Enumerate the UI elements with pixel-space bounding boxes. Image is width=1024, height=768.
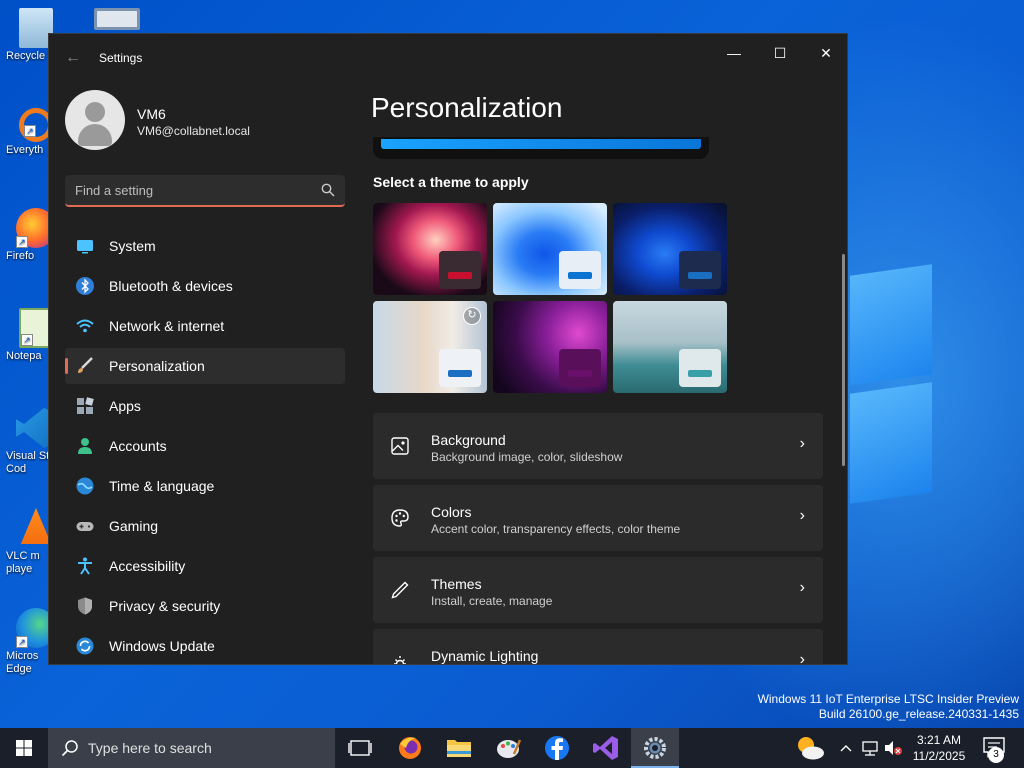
clock-time: 3:21 AM xyxy=(916,733,962,747)
user-name: VM6 xyxy=(137,106,166,122)
taskbar-search-text: Type here to search xyxy=(88,740,212,756)
network-icon xyxy=(862,741,878,756)
search-icon xyxy=(321,183,335,197)
accounts-icon xyxy=(78,438,92,454)
theme-tile-windows-light[interactable] xyxy=(493,203,607,295)
refresh-icon: ↻ xyxy=(463,307,481,325)
brush-icon xyxy=(78,357,93,373)
notification-icon xyxy=(983,737,1005,758)
os-build-watermark: Windows 11 IoT Enterprise LTSC Insider P… xyxy=(757,692,1019,721)
update-icon xyxy=(76,637,94,655)
chevron-up-icon xyxy=(840,745,852,752)
theme-tile-glow[interactable] xyxy=(373,203,487,295)
back-button[interactable]: ← xyxy=(63,48,83,68)
taskbar-search[interactable]: Type here to search xyxy=(48,728,335,768)
sidebar-item-accounts[interactable]: Accounts xyxy=(65,428,345,464)
card-themes[interactable]: Themes Install, create, manage › xyxy=(373,557,823,623)
taskbar: Type here to search 3:21 AM 11/2/2025 3 xyxy=(0,728,1024,768)
window-title: Settings xyxy=(99,51,143,65)
facebook-icon xyxy=(545,736,569,760)
taskbar-settings[interactable] xyxy=(631,728,679,768)
sidebar-item-personalization[interactable]: Personalization xyxy=(65,348,345,384)
card-background[interactable]: Background Background image, color, slid… xyxy=(373,413,823,479)
sidebar-item-apps[interactable]: Apps xyxy=(65,388,345,424)
sidebar-item-system[interactable]: System xyxy=(65,228,345,264)
sidebar-item-gaming[interactable]: Gaming xyxy=(65,508,345,544)
sidebar-item-privacy-security[interactable]: Privacy & security xyxy=(65,588,345,624)
apps-icon xyxy=(77,397,94,414)
start-button[interactable] xyxy=(0,728,48,768)
page-title: Personalization xyxy=(371,92,563,123)
pen-icon xyxy=(391,581,409,599)
settings-window: ← Settings — ☐ ✕ VM6 VM6@collabnet.local… xyxy=(48,33,848,665)
theme-tile-sunrise[interactable] xyxy=(493,301,607,393)
lighting-icon xyxy=(394,656,406,664)
themes-heading: Select a theme to apply xyxy=(373,174,529,190)
sidebar-item-bluetooth[interactable]: Bluetooth & devices xyxy=(65,268,345,304)
network-tray-button[interactable] xyxy=(858,728,882,768)
main-content: Personalization Select a theme to apply … xyxy=(371,34,847,665)
image-icon xyxy=(391,437,409,455)
sidebar-item-time-language[interactable]: Time & language xyxy=(65,468,345,504)
user-profile[interactable]: VM6 VM6@collabnet.local xyxy=(65,90,365,152)
clock-date: 11/2/2025 xyxy=(912,749,966,763)
visual-studio-icon xyxy=(593,736,618,760)
user-email: VM6@collabnet.local xyxy=(137,124,250,138)
weather-widget[interactable] xyxy=(790,728,830,768)
windows-logo-icon xyxy=(16,740,32,756)
scrollbar[interactable] xyxy=(842,254,845,466)
system-icon xyxy=(77,240,93,254)
chevron-right-icon: › xyxy=(799,579,805,596)
taskbar-visual-studio[interactable] xyxy=(582,728,630,768)
task-view-button[interactable] xyxy=(336,728,384,768)
card-colors[interactable]: Colors Accent color, transparency effect… xyxy=(373,485,823,551)
settings-icon xyxy=(644,737,666,759)
show-hidden-icons-button[interactable] xyxy=(836,728,856,768)
notification-count-badge: 3 xyxy=(988,747,1004,763)
globe-icon xyxy=(76,477,94,495)
search-input[interactable] xyxy=(65,175,305,205)
shield-icon xyxy=(78,597,92,615)
windows-logo-wallpaper xyxy=(850,264,1024,504)
sidebar-nav: System Bluetooth & devices Network & int… xyxy=(65,228,345,664)
accessibility-icon xyxy=(78,557,92,575)
firefox-icon xyxy=(399,737,421,759)
bluetooth-icon xyxy=(76,277,94,295)
monitor-icon xyxy=(94,8,140,30)
weather-icon xyxy=(798,737,824,760)
desktop-icon-this-pc[interactable] xyxy=(90,8,144,32)
notification-center-button[interactable]: 3 xyxy=(980,728,1024,768)
taskbar-firefox[interactable] xyxy=(386,728,434,768)
taskbar-file-explorer[interactable] xyxy=(435,728,483,768)
theme-tile-spotlight[interactable]: ↻ xyxy=(373,301,487,393)
card-dynamic-lighting[interactable]: Dynamic Lighting › xyxy=(373,629,823,665)
sidebar-item-windows-update[interactable]: Windows Update xyxy=(65,628,345,664)
file-explorer-icon xyxy=(447,740,471,757)
sidebar-item-accessibility[interactable]: Accessibility xyxy=(65,548,345,584)
sidebar-item-network[interactable]: Network & internet xyxy=(65,308,345,344)
taskbar-paint[interactable] xyxy=(484,728,532,768)
taskbar-facebook[interactable] xyxy=(533,728,581,768)
gamepad-icon xyxy=(76,522,94,531)
search-icon xyxy=(61,740,78,757)
theme-preview xyxy=(373,137,709,159)
taskbar-clock[interactable]: 3:21 AM 11/2/2025 xyxy=(902,732,976,764)
theme-tile-windows-dark[interactable] xyxy=(613,203,727,295)
volume-muted-icon xyxy=(885,741,902,755)
chevron-right-icon: › xyxy=(799,651,805,665)
theme-tile-flow[interactable] xyxy=(613,301,727,393)
avatar xyxy=(65,90,125,150)
wifi-icon xyxy=(76,319,94,333)
paint-icon xyxy=(497,739,522,758)
palette-icon xyxy=(391,509,409,527)
search-box[interactable] xyxy=(65,175,345,207)
volume-tray-button[interactable] xyxy=(882,728,904,768)
task-view-icon xyxy=(348,740,372,756)
chevron-right-icon: › xyxy=(799,435,805,452)
chevron-right-icon: › xyxy=(799,507,805,524)
